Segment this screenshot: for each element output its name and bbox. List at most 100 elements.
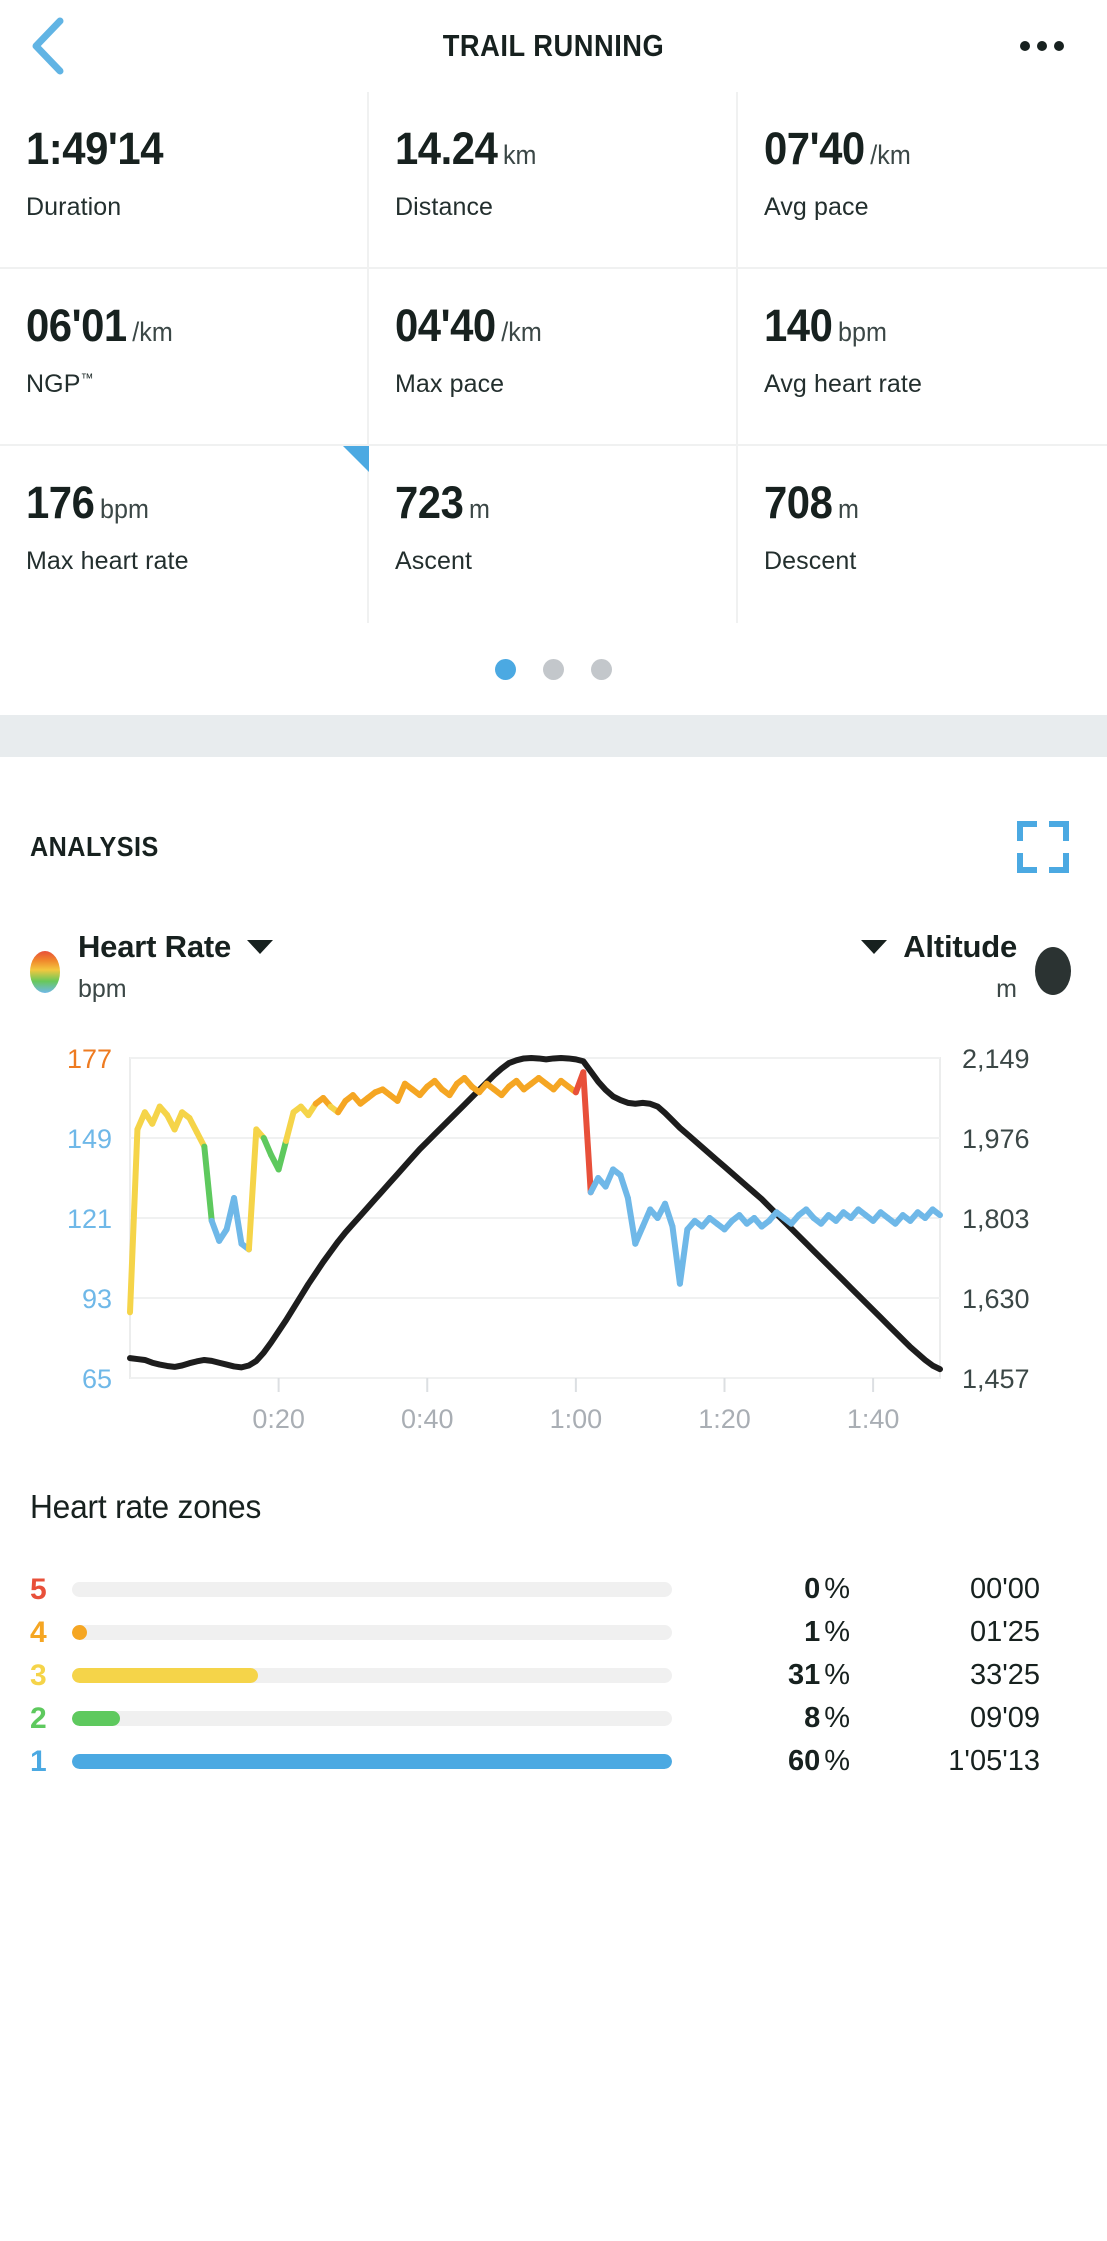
stat-cell-avg-heart-rate[interactable]: 140 bpm Avg heart rate xyxy=(738,269,1107,446)
stat-value: 07'40/km xyxy=(764,123,911,174)
back-button[interactable] xyxy=(30,15,82,77)
chevron-down-icon[interactable] xyxy=(861,940,888,954)
zone-percent: 0% xyxy=(804,1573,850,1605)
zone-row: 4 1% 01'25 xyxy=(30,1611,1077,1654)
summary-stats-grid: 1:49'14 Duration 14.24 km Distance 07'40/… xyxy=(0,92,1107,623)
chart-metric-selectors: Heart Rate bpm Altitude m xyxy=(30,929,1077,1004)
zone-row: 3 31% 33'25 xyxy=(30,1654,1077,1697)
heart-rate-segment xyxy=(624,1195,639,1247)
zone-row: 2 8% 09'09 xyxy=(30,1697,1077,1740)
stat-value: 708 m xyxy=(764,477,859,528)
chart-y-tick-label-left: 93 xyxy=(82,1284,112,1314)
heart-rate-segment xyxy=(127,1126,141,1316)
stat-cell-descent[interactable]: 708 m Descent xyxy=(738,446,1107,623)
right-metric-selector[interactable]: Altitude m xyxy=(861,929,1071,1004)
zone-number: 3 xyxy=(30,1658,47,1692)
page-dot-2[interactable] xyxy=(543,658,564,680)
stat-value: 14.24 km xyxy=(395,123,537,174)
heart-rate-segment xyxy=(275,1137,290,1173)
right-metric-unit: m xyxy=(996,975,1017,1003)
zone-bar-fill xyxy=(72,1668,258,1683)
zone-bar-track xyxy=(72,1582,672,1597)
heart-rate-segment xyxy=(617,1172,631,1201)
stat-label: Duration xyxy=(26,193,122,221)
trademark-symbol: ™ xyxy=(80,370,94,386)
chart-x-tick-label: 1:00 xyxy=(550,1404,603,1434)
top-app-bar: TRAIL RUNNING xyxy=(0,0,1107,92)
analysis-section: ANALYSIS Heart Rate bpm Altitude m 65 93… xyxy=(0,757,1107,1440)
stat-label: Distance xyxy=(395,193,494,221)
stat-cell-ascent[interactable]: 723 m Ascent xyxy=(369,446,738,623)
zone-number: 5 xyxy=(30,1572,47,1606)
stat-cell-distance[interactable]: 14.24 km Distance xyxy=(369,92,738,269)
chart-y-tick-label-left: 121 xyxy=(67,1204,112,1234)
chevron-left-icon xyxy=(32,17,64,75)
chart-y-tick-label-right: 1,803 xyxy=(962,1204,1030,1234)
stat-cell-max-pace[interactable]: 04'40/km Max pace xyxy=(369,269,738,446)
chart-y-tick-label-right: 2,149 xyxy=(962,1044,1030,1074)
overflow-menu-button[interactable] xyxy=(1007,16,1077,76)
page-indicator xyxy=(0,623,1107,715)
zones-title: Heart rate zones xyxy=(30,1488,262,1525)
stat-value: 1:49'14 xyxy=(26,123,164,174)
overflow-dot xyxy=(1037,41,1047,51)
zone-time: 33'25 xyxy=(969,1659,1040,1691)
stat-label: Descent xyxy=(764,547,857,575)
chart-y-tick-label-left: 177 xyxy=(67,1044,112,1074)
stat-value: 06'01/km xyxy=(26,300,173,351)
stat-unit: bpm xyxy=(838,317,887,347)
section-divider-band xyxy=(0,715,1107,757)
zone-bar-fill xyxy=(72,1625,87,1640)
chart-x-tick-label: 1:20 xyxy=(698,1404,751,1434)
stat-unit: /km xyxy=(501,317,542,347)
hr-gradient-dot-icon xyxy=(30,951,60,993)
overflow-dot xyxy=(1054,41,1064,51)
overflow-dot xyxy=(1020,41,1030,51)
stat-label: Ascent xyxy=(395,547,473,575)
zone-percent: 31% xyxy=(787,1659,850,1691)
left-metric-selector[interactable]: Heart Rate bpm xyxy=(30,929,274,1004)
left-metric-name: Heart Rate xyxy=(78,929,232,964)
zone-row: 5 0% 00'00 xyxy=(30,1568,1077,1611)
zone-bar-fill xyxy=(72,1711,120,1726)
zone-bar-track xyxy=(72,1754,672,1769)
zone-percent: 60% xyxy=(787,1745,850,1777)
heart-rate-altitude-chart[interactable]: 65 93 121 149 177 1,457 1,630 1,803 1,976 2,149 0:… xyxy=(30,1040,1077,1440)
zone-time: 01'25 xyxy=(969,1616,1040,1648)
stat-cell-duration[interactable]: 1:49'14 Duration xyxy=(0,92,369,269)
zone-number: 2 xyxy=(30,1701,47,1735)
zone-time: 09'09 xyxy=(969,1702,1040,1734)
zone-percent: 8% xyxy=(804,1702,850,1734)
heart-rate-segment xyxy=(662,1200,676,1230)
stat-value: 04'40/km xyxy=(395,300,542,351)
stat-unit: /km xyxy=(870,140,911,170)
zone-percent: 1% xyxy=(804,1616,850,1648)
zone-number: 4 xyxy=(30,1615,47,1649)
chart-y-tick-label-right: 1,630 xyxy=(962,1284,1030,1314)
zone-row: 1 60% 1'05'13 xyxy=(30,1740,1077,1783)
chart-y-tick-label-left: 149 xyxy=(67,1124,112,1154)
analysis-title: ANALYSIS xyxy=(30,831,159,862)
analysis-header: ANALYSIS xyxy=(30,821,1077,873)
stat-value: 176 bpm xyxy=(26,477,149,528)
stat-cell-ngp[interactable]: 06'01/km NGP™ xyxy=(0,269,369,446)
zone-row-list: 5 0% 00'00 4 1% 01'25 3 31% 33'25 2 8% 09'09 1 60% 1'0… xyxy=(30,1568,1077,1783)
zone-time: 1'05'13 xyxy=(948,1745,1040,1777)
stat-value: 723 m xyxy=(395,477,490,528)
stat-unit: /km xyxy=(132,317,173,347)
stat-label: NGP™ xyxy=(26,370,94,398)
stat-unit: m xyxy=(469,494,490,524)
chevron-down-icon[interactable] xyxy=(247,940,274,954)
stat-value: 140 bpm xyxy=(764,300,887,351)
page-dot-1[interactable] xyxy=(495,658,516,680)
heart-rate-segment xyxy=(245,1126,260,1253)
chart-x-tick-label: 0:20 xyxy=(252,1404,305,1434)
zone-bar-track xyxy=(72,1711,672,1726)
stat-cell-avg-pace[interactable]: 07'40/km Avg pace xyxy=(738,92,1107,269)
stat-cell-max-heart-rate[interactable]: 176 bpm Max heart rate xyxy=(0,446,369,623)
chart-y-tick-label-right: 1,976 xyxy=(962,1124,1030,1154)
analysis-chart[interactable]: 65 93 121 149 177 1,457 1,630 1,803 1,976 2,149 0:… xyxy=(30,1040,1077,1440)
chart-y-tick-label-right: 1,457 xyxy=(962,1364,1030,1394)
page-dot-3[interactable] xyxy=(591,658,612,680)
expand-fullscreen-icon[interactable] xyxy=(1017,821,1069,873)
